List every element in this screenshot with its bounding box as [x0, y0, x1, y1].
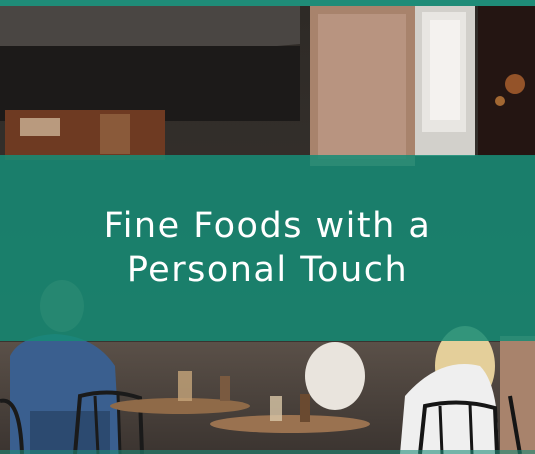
top-accent-bar [0, 0, 535, 6]
headline-line-1: Fine Foods with a [103, 206, 432, 246]
hero-headline: Fine Foods with a Personal Touch [104, 204, 432, 292]
headline-line-2: Personal Touch [126, 250, 409, 290]
hero-section: Fine Foods with a Personal Touch [0, 0, 535, 454]
headline-banner: Fine Foods with a Personal Touch [0, 155, 535, 341]
